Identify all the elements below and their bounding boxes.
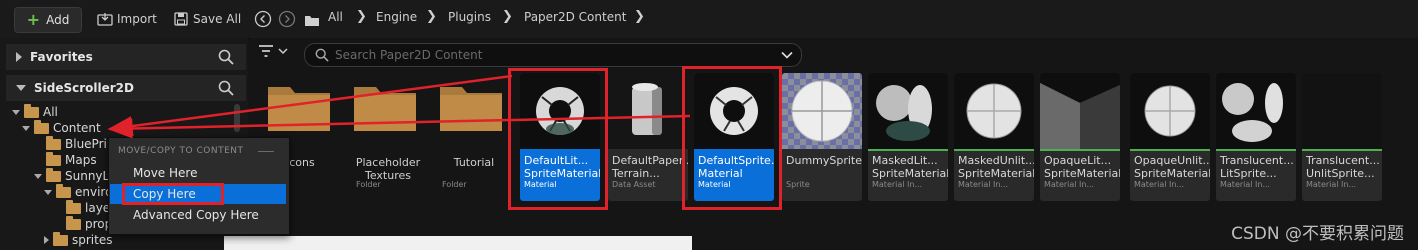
watermark: CSDN @不要积累问题: [1231, 224, 1404, 244]
annotation-arrows: [107, 74, 691, 139]
